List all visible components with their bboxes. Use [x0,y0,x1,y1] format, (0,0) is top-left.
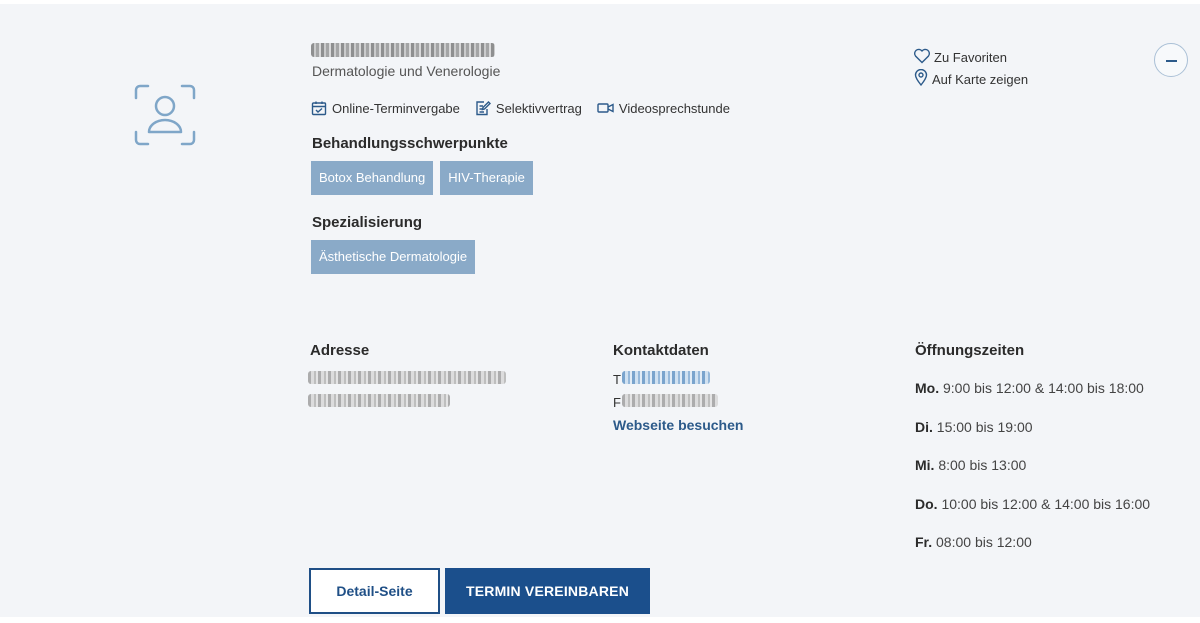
feature-label: Videosprechstunde [618,100,730,116]
contact-title: Kontaktdaten [613,342,709,359]
fax-number-redacted [622,394,718,407]
hours-day: Di. [915,418,933,435]
feature-list: Online-Terminvergabe Selektivvertrag Vid… [311,100,730,116]
focus-tag[interactable]: HIV-Therapie [440,161,533,195]
hours-row: Do. 10:00 bis 12:00 & 14:00 bis 16:00 [915,495,1150,534]
feature-selective-contract: Selektivvertrag [475,100,582,116]
show-on-map-link[interactable]: Auf Karte zeigen [913,68,1028,90]
feature-online-booking: Online-Terminvergabe [311,100,460,116]
address-line-redacted [308,371,506,384]
hours-time: 8:00 bis 13:00 [938,457,1027,473]
calendar-check-icon [311,100,327,116]
phone-prefix: T [613,372,621,387]
fax-prefix: F [613,395,621,410]
book-appointment-button[interactable]: TERMIN VEREINBAREN [445,568,650,614]
hours-day: Do. [915,495,938,512]
edit-document-icon [475,100,491,116]
address-title: Adresse [310,342,370,359]
favorite-link[interactable]: Zu Favoriten [913,46,1028,68]
favorite-label: Zu Favoriten [934,49,1007,65]
hours-day: Fr. [915,534,933,550]
map-label: Auf Karte zeigen [932,71,1029,87]
detail-page-button[interactable]: Detail-Seite [309,568,440,614]
hours-time: 10:00 bis 12:00 & 14:00 bis 16:00 [941,495,1151,512]
website-link[interactable]: Webseite besuchen [613,417,743,433]
map-pin-icon [913,68,929,89]
collapse-button[interactable] [1154,43,1188,77]
avatar-placeholder-icon [134,84,196,146]
doctor-name-redacted [311,43,495,57]
focus-tags: Botox Behandlung HIV-Therapie [311,161,533,195]
feature-video-consultation: Videosprechstunde [597,100,730,116]
hours-day: Mi. [915,457,935,473]
hours-title: Öffnungszeiten [915,342,1025,359]
hours-time: 08:00 bis 12:00 [936,534,1032,550]
doctor-card: Dermatologie und Venerologie Online-Term… [0,4,1200,617]
hours-day: Mo. [915,380,940,396]
focus-title: Behandlungsschwerpunkte [312,135,508,152]
heart-icon [913,48,931,67]
hours-row: Di. 15:00 bis 19:00 [915,418,1150,457]
feature-label: Online-Terminvergabe [332,100,460,116]
phone-number-redacted[interactable] [622,371,710,384]
hours-row: Fr. 08:00 bis 12:00 [915,533,1150,572]
hours-time: 9:00 bis 12:00 & 14:00 bis 18:00 [943,380,1144,396]
card-actions: Zu Favoriten Auf Karte zeigen [913,46,1028,90]
focus-tag[interactable]: Botox Behandlung [311,161,434,195]
specialization-tag[interactable]: Ästhetische Dermatologie [311,240,476,274]
video-camera-icon [597,100,614,116]
hours-row: Mo. 9:00 bis 12:00 & 14:00 bis 18:00 [915,379,1150,418]
feature-label: Selektivvertrag [495,100,582,116]
doctor-specialty: Dermatologie und Venerologie [312,63,501,79]
specialization-title: Spezialisierung [312,214,423,231]
hours-list: Mo. 9:00 bis 12:00 & 14:00 bis 18:00 Di.… [915,379,1150,572]
hours-time: 15:00 bis 19:00 [936,418,1033,435]
specialization-tags: Ästhetische Dermatologie [311,240,476,274]
address-line-redacted [308,394,450,407]
hours-row: Mi. 8:00 bis 13:00 [915,456,1150,495]
